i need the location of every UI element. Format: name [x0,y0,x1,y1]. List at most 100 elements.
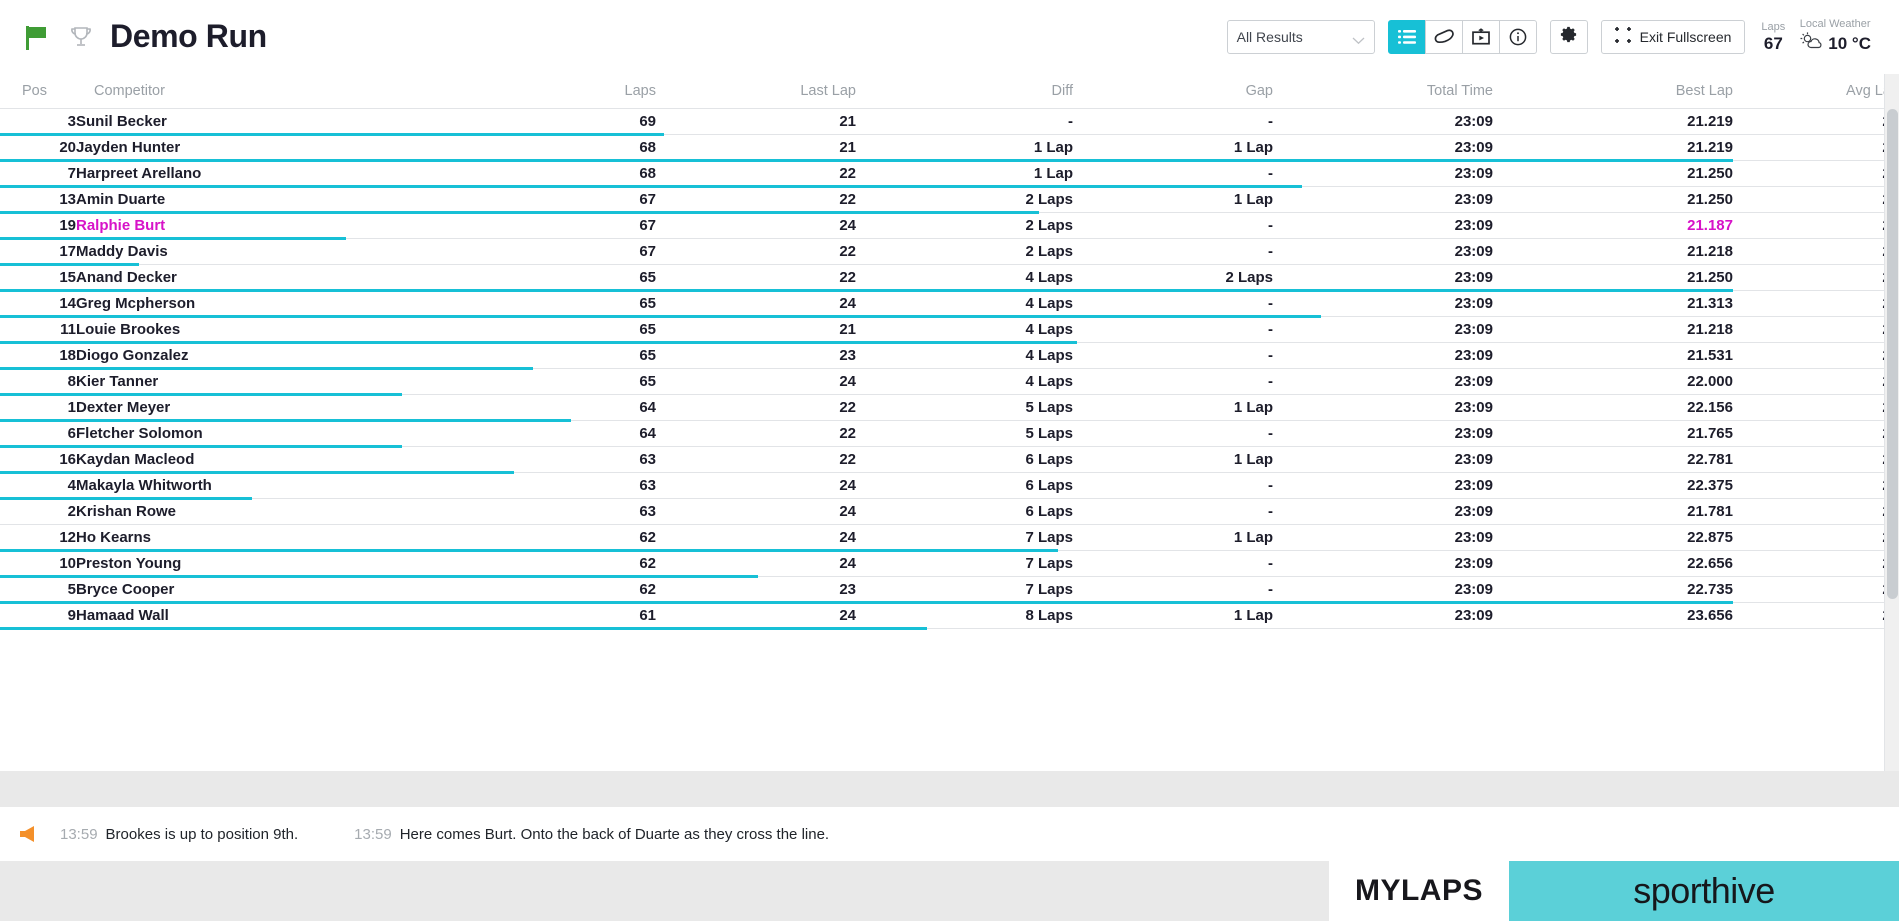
cell-gap: - [1073,421,1273,447]
cell-total-time: 23:09 [1273,239,1493,265]
cell-position: 3 [0,109,76,135]
cell-laps: 64 [376,395,656,421]
cell-diff: 6 Laps [856,447,1073,473]
table-row[interactable]: 19Ralphie Burt67242 Laps-23:0921.18722 [0,213,1899,239]
cell-laps: 68 [376,161,656,187]
column-header-avg-lap[interactable]: Avg Lap [1733,74,1899,109]
table-row[interactable]: 1Dexter Meyer64225 Laps1 Lap23:0922.1562… [0,395,1899,421]
cell-diff: 1 Lap [856,161,1073,187]
cell-last-lap: 24 [656,291,856,317]
cell-laps: 63 [376,473,656,499]
cell-best-lap: 22.735 [1493,577,1733,603]
cell-total-time: 23:09 [1273,135,1493,161]
cell-laps: 67 [376,187,656,213]
cell-last-lap: 21 [656,317,856,343]
cell-avg-lap: 21 [1733,135,1899,161]
cell-last-lap: 22 [656,187,856,213]
table-row[interactable]: 14Greg Mcpherson65244 Laps-23:0921.31322 [0,291,1899,317]
table-row[interactable]: 6Fletcher Solomon64225 Laps-23:0921.7652… [0,421,1899,447]
column-header-competitor[interactable]: Competitor [76,74,376,109]
cell-total-time: 23:09 [1273,317,1493,343]
column-header-pos[interactable]: Pos [0,74,76,109]
cell-laps: 69 [376,109,656,135]
tv-view-button[interactable] [1462,20,1500,54]
cell-competitor-name: Diogo Gonzalez [76,343,376,369]
info-view-button[interactable] [1499,20,1537,54]
header-title-group: Demo Run [22,18,267,55]
app-footer: MYLAPS sporthive [0,861,1899,921]
cell-avg-lap: 22 [1733,213,1899,239]
sporthive-logo: sporthive [1509,861,1899,921]
track-loop-icon [1433,29,1455,45]
column-header-total-time[interactable]: Total Time [1273,74,1493,109]
cell-competitor-name: Ho Kearns [76,525,376,551]
cell-gap: - [1073,161,1273,187]
table-row[interactable]: 7Harpreet Arellano68221 Lap-23:0921.2502… [0,161,1899,187]
cell-diff: 7 Laps [856,551,1073,577]
exit-fullscreen-button[interactable]: Exit Fullscreen [1601,20,1746,54]
column-header-diff[interactable]: Diff [856,74,1073,109]
table-row[interactable]: 17Maddy Davis67222 Laps-23:0921.21822 [0,239,1899,265]
results-filter-select[interactable]: All Results [1227,20,1375,54]
ticker-message: 13:59 Brookes is up to position 9th. [60,826,298,843]
table-row[interactable]: 3Sunil Becker6921--23:0921.21921 [0,109,1899,135]
ticker-message: 13:59 Here comes Burt. Onto the back of … [354,826,829,843]
table-row[interactable]: 8Kier Tanner65244 Laps-23:0922.00022 [0,369,1899,395]
cell-laps: 65 [376,369,656,395]
column-header-best-lap[interactable]: Best Lap [1493,74,1733,109]
cell-position: 5 [0,577,76,603]
cell-diff: 6 Laps [856,473,1073,499]
cell-avg-lap: 21 [1733,109,1899,135]
settings-button[interactable] [1550,20,1588,54]
cell-competitor-name: Anand Decker [76,265,376,291]
results-table-head: Pos Competitor Laps Last Lap Diff Gap To… [0,74,1899,109]
cell-competitor-name: Ralphie Burt [76,213,376,239]
cell-position: 9 [0,603,76,629]
scrollbar-thumb[interactable] [1887,109,1898,599]
column-header-gap[interactable]: Gap [1073,74,1273,109]
cell-best-lap: 21.313 [1493,291,1733,317]
cell-best-lap: 22.156 [1493,395,1733,421]
cell-last-lap: 22 [656,161,856,187]
ticker-message-time: 13:59 [354,826,392,843]
cell-best-lap: 22.875 [1493,525,1733,551]
table-row[interactable]: 13Amin Duarte67222 Laps1 Lap23:0921.2502… [0,187,1899,213]
table-row[interactable]: 5Bryce Cooper62237 Laps-23:0922.73523 [0,577,1899,603]
table-row[interactable]: 10Preston Young62247 Laps-23:0922.65623 [0,551,1899,577]
cell-last-lap: 22 [656,421,856,447]
exit-fullscreen-label: Exit Fullscreen [1640,29,1732,45]
cell-best-lap: 21.765 [1493,421,1733,447]
column-header-last-lap[interactable]: Last Lap [656,74,856,109]
cell-best-lap: 22.375 [1493,473,1733,499]
cell-gap: - [1073,577,1273,603]
cell-competitor-name: Amin Duarte [76,187,376,213]
cell-gap: 1 Lap [1073,603,1273,629]
cell-best-lap: 21.250 [1493,265,1733,291]
cell-avg-lap: 23 [1733,473,1899,499]
list-view-button[interactable] [1388,20,1426,54]
track-view-button[interactable] [1425,20,1463,54]
cell-gap: - [1073,551,1273,577]
table-row[interactable]: 16Kaydan Macleod63226 Laps1 Lap23:0922.7… [0,447,1899,473]
cell-position: 19 [0,213,76,239]
page-title: Demo Run [110,18,267,55]
cell-last-lap: 24 [656,551,856,577]
table-row[interactable]: 2Krishan Rowe63246 Laps-23:0921.78123 [0,499,1899,525]
table-row[interactable]: 12Ho Kearns62247 Laps1 Lap23:0922.87523 [0,525,1899,551]
cell-laps: 65 [376,291,656,317]
table-row[interactable]: 18Diogo Gonzalez65234 Laps-23:0921.53122 [0,343,1899,369]
results-vertical-scrollbar[interactable] [1884,74,1899,771]
column-header-laps[interactable]: Laps [376,74,656,109]
race-timing-app: Demo Run All Results [0,0,1899,921]
cell-total-time: 23:09 [1273,473,1493,499]
table-row[interactable]: 4Makayla Whitworth63246 Laps-23:0922.375… [0,473,1899,499]
table-row[interactable]: 20Jayden Hunter68211 Lap1 Lap23:0921.219… [0,135,1899,161]
table-row[interactable]: 9Hamaad Wall61248 Laps1 Lap23:0923.65624 [0,603,1899,629]
cell-avg-lap: 22 [1733,369,1899,395]
table-row[interactable]: 11Louie Brookes65214 Laps-23:0921.21822 [0,317,1899,343]
cell-total-time: 23:09 [1273,161,1493,187]
cell-total-time: 23:09 [1273,603,1493,629]
table-row[interactable]: 15Anand Decker65224 Laps2 Laps23:0921.25… [0,265,1899,291]
cell-laps: 64 [376,421,656,447]
cell-diff: 4 Laps [856,343,1073,369]
